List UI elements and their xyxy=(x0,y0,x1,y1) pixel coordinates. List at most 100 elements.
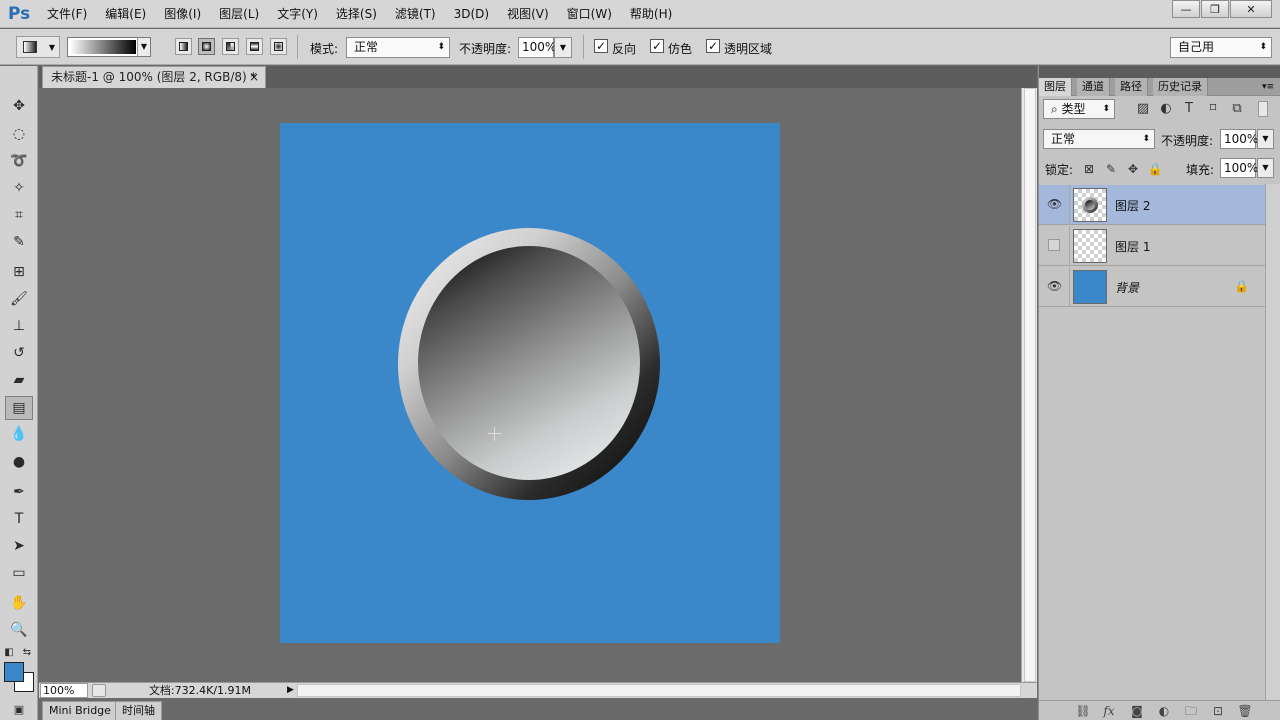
screen-mode-icon[interactable]: ▣ xyxy=(5,699,33,719)
lock-pixels-icon[interactable]: ✎ xyxy=(1103,161,1119,177)
layer-row-background[interactable]: 👁 背景 🔒 xyxy=(1039,267,1265,307)
hand-tool-icon[interactable]: ✋ xyxy=(5,591,33,615)
menu-type[interactable]: 文字(Y) xyxy=(268,0,327,28)
image-filter-icon[interactable]: ▨ xyxy=(1135,101,1151,117)
dodge-tool-icon[interactable]: ● xyxy=(5,450,33,474)
adjustment-layer-icon[interactable]: ◐ xyxy=(1156,704,1172,718)
document-tab[interactable]: 未标题-1 @ 100% (图层 2, RGB/8) * × xyxy=(42,66,266,88)
eye-icon[interactable]: 👁 xyxy=(1047,197,1062,211)
layer-row-layer-1[interactable]: 图层 1 xyxy=(1039,226,1265,266)
close-button[interactable]: ✕ xyxy=(1230,0,1272,18)
gradient-picker[interactable]: ▼ xyxy=(67,37,151,57)
layer-row-layer-2[interactable]: 👁 图层 2 xyxy=(1039,185,1265,225)
tab-history[interactable]: 历史记录 xyxy=(1153,78,1208,96)
chevron-down-icon[interactable]: ▼ xyxy=(137,38,150,56)
linear-gradient-button[interactable] xyxy=(175,38,192,55)
chevron-down-icon[interactable]: ▼ xyxy=(1257,158,1274,178)
layer-name[interactable]: 图层 2 xyxy=(1115,197,1150,214)
layer-name[interactable]: 背景 xyxy=(1115,279,1139,296)
vertical-scrollbar[interactable] xyxy=(1021,88,1037,682)
layer-opacity-input[interactable]: 100% xyxy=(1220,129,1258,149)
opacity-input[interactable]: 100% ▼ xyxy=(518,37,572,58)
lock-transparency-icon[interactable]: ⊠ xyxy=(1081,161,1097,177)
fill-input[interactable]: 100% xyxy=(1220,158,1258,178)
clone-stamp-tool-icon[interactable]: ⊥ xyxy=(5,314,33,338)
crop-tool-icon[interactable]: ⌗ xyxy=(5,203,33,227)
chevron-down-icon[interactable]: ▼ xyxy=(554,37,572,58)
tab-paths[interactable]: 路径 xyxy=(1115,78,1148,96)
angle-gradient-button[interactable] xyxy=(222,38,239,55)
link-layers-icon[interactable]: ⛓ xyxy=(1075,704,1091,718)
lasso-tool-icon[interactable]: ➰ xyxy=(5,149,33,173)
elliptical-marquee-tool-icon[interactable]: ◌ xyxy=(5,122,33,146)
reverse-checkbox[interactable]: ✓ xyxy=(594,39,608,53)
foreground-color-swatch[interactable] xyxy=(4,662,24,682)
new-layer-icon[interactable]: ⊡ xyxy=(1210,704,1226,718)
menu-select[interactable]: 选择(S) xyxy=(327,0,386,28)
menu-3d[interactable]: 3D(D) xyxy=(445,0,498,28)
default-colors-icon[interactable]: ◧ xyxy=(2,640,16,664)
menu-file[interactable]: 文件(F) xyxy=(38,0,96,28)
gradient-preview[interactable] xyxy=(70,40,136,54)
visibility-toggle-off[interactable] xyxy=(1048,239,1060,251)
adjustment-filter-icon[interactable]: ◐ xyxy=(1158,101,1174,117)
layer-filter-select[interactable]: ⌕ 类型 ⬍ xyxy=(1043,99,1115,119)
lock-position-icon[interactable]: ✥ xyxy=(1125,161,1141,177)
fx-icon[interactable]: fx xyxy=(1101,704,1117,718)
tab-channels[interactable]: 通道 xyxy=(1077,78,1110,96)
tab-mini-bridge[interactable]: Mini Bridge xyxy=(42,701,118,720)
delete-layer-icon[interactable]: 🗑 xyxy=(1237,704,1253,718)
blend-mode-select[interactable]: 正常 ⬍ xyxy=(1043,129,1155,149)
filter-toggle-icon[interactable] xyxy=(1258,101,1268,117)
status-menu-icon[interactable] xyxy=(92,684,106,697)
scrollbar-thumb[interactable] xyxy=(1024,88,1036,682)
blur-tool-icon[interactable]: 💧 xyxy=(5,422,33,446)
layers-scrollbar[interactable] xyxy=(1265,184,1280,700)
tab-layers[interactable]: 图层 xyxy=(1039,78,1072,96)
menu-image[interactable]: 图像(I) xyxy=(155,0,210,28)
canvas[interactable] xyxy=(280,123,780,643)
tab-timeline[interactable]: 时间轴 xyxy=(115,701,162,720)
path-selection-tool-icon[interactable]: ➤ xyxy=(5,534,33,558)
zoom-tool-icon[interactable]: 🔍 xyxy=(5,618,33,642)
mode-select[interactable]: 正常 ⬍ xyxy=(346,37,450,58)
menu-window[interactable]: 窗口(W) xyxy=(558,0,621,28)
history-brush-tool-icon[interactable]: ↺ xyxy=(5,341,33,365)
minimize-button[interactable]: — xyxy=(1172,0,1200,18)
horizontal-scrollbar[interactable] xyxy=(297,684,1021,697)
type-tool-icon[interactable]: T xyxy=(5,507,33,531)
new-group-icon[interactable]: 🗀 xyxy=(1183,704,1199,718)
menu-edit[interactable]: 编辑(E) xyxy=(96,0,155,28)
restore-button[interactable]: ❐ xyxy=(1201,0,1229,18)
layer-thumbnail[interactable] xyxy=(1073,229,1107,263)
type-filter-icon[interactable]: T xyxy=(1181,101,1197,117)
layer-thumbnail[interactable] xyxy=(1073,188,1107,222)
move-tool-icon[interactable]: ✥ xyxy=(5,94,33,118)
diamond-gradient-button[interactable] xyxy=(270,38,287,55)
dither-checkbox[interactable]: ✓ xyxy=(650,39,664,53)
smart-object-filter-icon[interactable]: ⧉ xyxy=(1229,101,1245,117)
gradient-tool-icon[interactable]: ▤ xyxy=(5,396,33,420)
close-icon[interactable]: × xyxy=(249,67,259,87)
panel-menu-icon[interactable]: ▾≡ xyxy=(1257,78,1279,96)
zoom-input[interactable]: 100% xyxy=(40,683,88,698)
transparency-checkbox[interactable]: ✓ xyxy=(706,39,720,53)
add-mask-icon[interactable]: ◙ xyxy=(1129,704,1145,718)
swap-colors-icon[interactable]: ⇆ xyxy=(20,640,34,664)
brush-tool-icon[interactable]: 🖌 xyxy=(5,287,33,311)
menu-help[interactable]: 帮助(H) xyxy=(621,0,681,28)
reflected-gradient-button[interactable] xyxy=(246,38,263,55)
lock-all-icon[interactable]: 🔒 xyxy=(1147,161,1163,177)
pen-tool-icon[interactable]: ✒ xyxy=(5,480,33,504)
menu-filter[interactable]: 滤镜(T) xyxy=(386,0,445,28)
layer-thumbnail[interactable] xyxy=(1073,270,1107,304)
layer-name[interactable]: 图层 1 xyxy=(1115,238,1150,255)
document-workspace[interactable] xyxy=(39,88,1021,682)
shape-filter-icon[interactable]: ⌑ xyxy=(1205,101,1221,117)
eraser-tool-icon[interactable]: ▰ xyxy=(5,368,33,392)
workspace-select[interactable]: 自己用 ⬍ xyxy=(1170,37,1272,58)
rectangle-tool-icon[interactable]: ▭ xyxy=(5,561,33,585)
radial-gradient-button[interactable] xyxy=(198,38,215,55)
eyedropper-tool-icon[interactable]: ✎ xyxy=(5,230,33,254)
menu-layer[interactable]: 图层(L) xyxy=(210,0,268,28)
